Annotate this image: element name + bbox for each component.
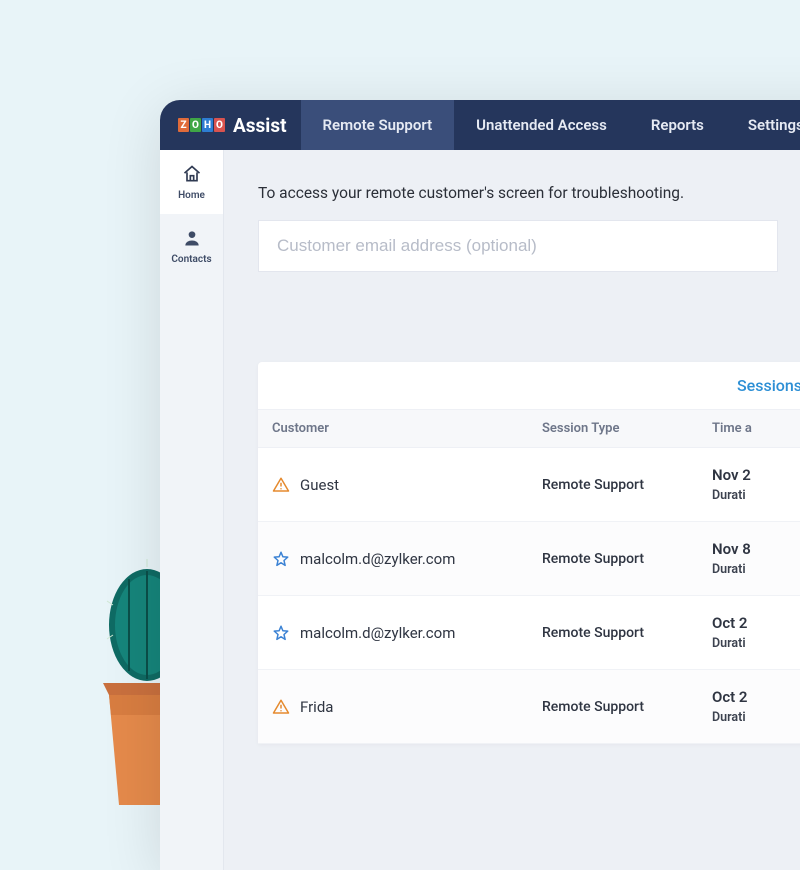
time-cell: Oct 2 Durati — [712, 688, 800, 725]
nav-unattended-access[interactable]: Unattended Access — [454, 100, 629, 150]
nav-settings[interactable]: Settings — [726, 100, 800, 150]
table-row[interactable]: malcolm.d@zylker.com Remote SupportNov 8 D… — [258, 522, 800, 596]
session-duration: Durati — [712, 710, 800, 725]
table-row[interactable]: Frida Remote SupportOct 2 Durati — [258, 670, 800, 744]
sidebar-item-label: Contacts — [171, 254, 211, 265]
col-session-type: Session Type — [542, 421, 712, 436]
main-content: To access your remote customer's screen … — [224, 150, 800, 870]
customer-name: Guest — [300, 476, 339, 494]
customer-name: malcolm.d@zylker.com — [300, 550, 455, 568]
time-cell: Nov 2 Durati — [712, 466, 800, 503]
session-duration: Durati — [712, 636, 800, 651]
sidebar-item-label: Home — [178, 190, 205, 201]
table-header: Customer Session Type Time a — [258, 410, 800, 448]
app-window: Z O H O Assist Remote Support Unattended… — [160, 100, 800, 870]
person-icon — [182, 228, 202, 251]
access-instruction: To access your remote customer's screen … — [258, 184, 800, 202]
tab-sessions[interactable]: Sessions — [737, 376, 800, 395]
customer-email-input[interactable] — [258, 220, 778, 272]
time-cell: Nov 8 Durati — [712, 540, 800, 577]
brand-name: Assist — [233, 114, 287, 137]
sessions-table: Sessions Customer Session Type Time a Gu… — [258, 362, 800, 744]
table-row[interactable]: Guest Remote SupportNov 2 Durati — [258, 448, 800, 522]
top-nav: Z O H O Assist Remote Support Unattended… — [160, 100, 800, 150]
session-date: Nov 2 — [712, 466, 800, 484]
left-sidebar: Home Contacts — [160, 150, 224, 870]
star-icon — [272, 624, 290, 642]
session-date: Nov 8 — [712, 540, 800, 558]
nav-reports[interactable]: Reports — [629, 100, 726, 150]
time-cell: Oct 2 Durati — [712, 614, 800, 651]
brand-logo[interactable]: Z O H O Assist — [160, 100, 301, 150]
col-time: Time a — [712, 421, 800, 436]
session-duration: Durati — [712, 488, 800, 503]
table-row[interactable]: malcolm.d@zylker.com Remote SupportOct 2 D… — [258, 596, 800, 670]
home-icon — [182, 164, 202, 187]
session-type: Remote Support — [542, 625, 712, 641]
star-icon — [272, 550, 290, 568]
col-customer: Customer — [272, 421, 542, 436]
warning-icon — [272, 476, 290, 494]
session-date: Oct 2 — [712, 614, 800, 632]
session-type: Remote Support — [542, 699, 712, 715]
table-body: GuestRemote SupportNov 2Duratimalcolm.d@… — [258, 448, 800, 744]
zoho-logo-icon: Z O H O — [178, 118, 225, 132]
customer-name: malcolm.d@zylker.com — [300, 624, 455, 642]
sidebar-item-home[interactable]: Home — [160, 150, 223, 214]
session-type: Remote Support — [542, 477, 712, 493]
customer-name: Frida — [300, 698, 333, 716]
session-date: Oct 2 — [712, 688, 800, 706]
warning-icon — [272, 698, 290, 716]
session-duration: Durati — [712, 562, 800, 577]
session-type: Remote Support — [542, 551, 712, 567]
sidebar-item-contacts[interactable]: Contacts — [160, 214, 223, 278]
nav-remote-support[interactable]: Remote Support — [301, 100, 455, 150]
